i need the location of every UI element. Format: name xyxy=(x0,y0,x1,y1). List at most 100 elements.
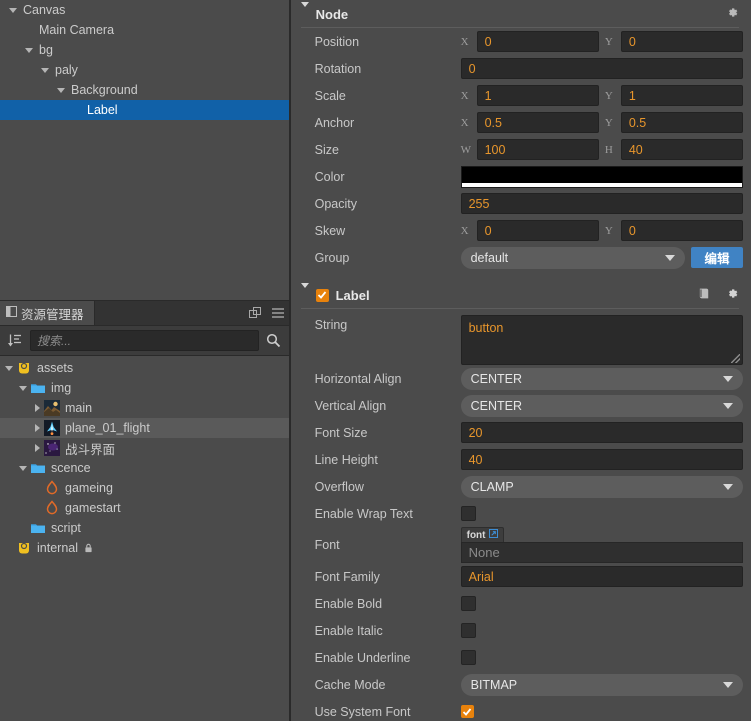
vertical-align-select[interactable]: CENTER xyxy=(460,394,743,417)
search-box[interactable] xyxy=(30,330,259,351)
position-y-input[interactable]: 0 xyxy=(620,31,744,52)
asset-item-label: assets xyxy=(37,361,74,375)
vertical-align-value: CENTER xyxy=(470,398,523,413)
scale-y-input[interactable]: 1 xyxy=(620,85,744,106)
row-scale: Scale X 1 Y 1 xyxy=(291,82,751,109)
chevron-down-icon xyxy=(723,483,733,490)
asset-item-label: plane_01_flight xyxy=(65,421,150,435)
search-input[interactable] xyxy=(37,333,252,348)
asset-item-plane_01_flight[interactable]: plane_01_flight xyxy=(0,418,289,438)
hierarchy-node-paly[interactable]: paly xyxy=(0,60,289,80)
horizontal-align-label: Horizontal Align xyxy=(314,371,402,386)
horizontal-align-select[interactable]: CENTER xyxy=(460,367,743,390)
node-section-header[interactable]: Node xyxy=(291,0,751,28)
line-height-input[interactable]: 40 xyxy=(460,449,743,470)
size-h-axis: H xyxy=(604,143,613,156)
asset-item-scence[interactable]: scence xyxy=(0,458,289,478)
asset-item-label: main xyxy=(65,401,93,415)
asset-item-label: gamestart xyxy=(65,501,121,515)
triangle-down-icon[interactable] xyxy=(6,7,20,13)
row-underline: Enable Underline xyxy=(291,644,751,671)
triangle-down-icon[interactable] xyxy=(16,465,30,471)
asset-item-internal[interactable]: internal xyxy=(0,538,289,558)
tab-asset-manager[interactable]: 资源管理器 xyxy=(0,301,95,325)
anchor-y-input[interactable]: 0.5 xyxy=(620,112,744,133)
anchor-x-input[interactable]: 0.5 xyxy=(476,112,599,133)
hamburger-menu-icon[interactable] xyxy=(267,301,289,325)
color-alpha-bar xyxy=(461,182,742,187)
italic-label: Enable Italic xyxy=(314,623,383,638)
font-field[interactable]: font None xyxy=(460,527,743,563)
scale-x-input[interactable]: 1 xyxy=(476,85,599,106)
triangle-down-icon[interactable] xyxy=(22,47,36,53)
position-x-input[interactable]: 0 xyxy=(476,31,599,52)
color-swatch[interactable] xyxy=(460,165,743,188)
font-size-input[interactable]: 20 xyxy=(460,422,743,443)
sort-icon[interactable] xyxy=(4,333,26,348)
font-value[interactable]: None xyxy=(460,542,743,563)
triangle-down-icon[interactable] xyxy=(300,1,309,22)
cache-mode-select[interactable]: BITMAP xyxy=(460,673,743,696)
asset-item-label: scence xyxy=(51,461,91,475)
asset-item-assets[interactable]: assets xyxy=(0,358,289,378)
label-section-header[interactable]: Label xyxy=(291,281,751,309)
hierarchy-node-background[interactable]: Background xyxy=(0,80,289,100)
hierarchy-node-bg[interactable]: bg xyxy=(0,40,289,60)
asset-item-gameing[interactable]: gameing xyxy=(0,478,289,498)
triangle-down-icon[interactable] xyxy=(38,67,52,73)
label-enabled-checkbox[interactable] xyxy=(315,288,329,302)
node-section-title: Node xyxy=(315,6,349,22)
vertical-align-label: Vertical Align xyxy=(314,398,387,413)
hierarchy-node-main-camera[interactable]: Main Camera xyxy=(0,20,289,40)
hierarchy-panel: Canvas Main Camera bg paly Background Label xyxy=(0,0,290,300)
chevron-down-icon xyxy=(723,681,733,688)
asset-item-gamestart[interactable]: gamestart xyxy=(0,498,289,518)
triangle-right-icon[interactable] xyxy=(30,404,44,412)
row-horizontal-align: Horizontal Align CENTER xyxy=(291,365,751,392)
size-h-input[interactable]: 40 xyxy=(620,139,744,160)
triangle-down-icon[interactable] xyxy=(300,282,309,303)
hierarchy-node-canvas[interactable]: Canvas xyxy=(0,0,289,20)
float-window-icon[interactable] xyxy=(245,301,267,325)
skew-x-input[interactable]: 0 xyxy=(476,220,599,241)
triangle-down-icon[interactable] xyxy=(16,385,30,391)
string-textarea[interactable]: button xyxy=(460,315,743,365)
skew-y-axis: Y xyxy=(604,224,613,237)
resize-grip-icon[interactable] xyxy=(731,354,740,363)
asset-item-main[interactable]: main xyxy=(0,398,289,418)
asset-item-label: img xyxy=(51,381,72,395)
italic-checkbox[interactable] xyxy=(460,623,476,638)
db-assets-icon xyxy=(16,360,32,376)
external-link-icon[interactable] xyxy=(488,528,498,541)
gear-icon[interactable] xyxy=(726,287,739,303)
asset-item-script[interactable]: script xyxy=(0,518,289,538)
position-y-axis: Y xyxy=(604,35,613,48)
hierarchy-node-label[interactable]: Label xyxy=(0,100,289,120)
use-system-font-checkbox[interactable] xyxy=(460,705,474,718)
group-edit-button[interactable]: 编辑 xyxy=(691,247,743,268)
asset-item-img[interactable]: img xyxy=(0,378,289,398)
size-w-input[interactable]: 100 xyxy=(476,139,599,160)
triangle-right-icon[interactable] xyxy=(30,424,44,432)
triangle-down-icon[interactable] xyxy=(2,365,16,371)
asset-item-战斗界面[interactable]: 战斗界面 xyxy=(0,438,289,458)
wrap-text-checkbox[interactable] xyxy=(460,506,476,521)
rotation-input[interactable]: 0 xyxy=(460,58,743,79)
row-string: String button xyxy=(291,309,751,365)
skew-y-input[interactable]: 0 xyxy=(620,220,744,241)
bold-checkbox[interactable] xyxy=(460,596,476,611)
book-help-icon[interactable] xyxy=(698,287,711,303)
underline-checkbox[interactable] xyxy=(460,650,476,665)
overflow-select[interactable]: CLAMP xyxy=(460,475,743,498)
search-icon[interactable] xyxy=(263,333,285,348)
opacity-input[interactable]: 255 xyxy=(460,193,743,214)
triangle-right-icon[interactable] xyxy=(30,444,44,452)
scale-label: Scale xyxy=(314,88,346,103)
font-family-input[interactable]: Arial xyxy=(460,566,743,587)
texture-main-icon xyxy=(44,400,60,416)
size-label: Size xyxy=(314,142,339,157)
triangle-down-icon[interactable] xyxy=(54,87,68,93)
gear-icon[interactable] xyxy=(726,6,739,22)
font-type-badge[interactable]: font xyxy=(460,527,504,542)
group-select[interactable]: default xyxy=(460,246,685,269)
